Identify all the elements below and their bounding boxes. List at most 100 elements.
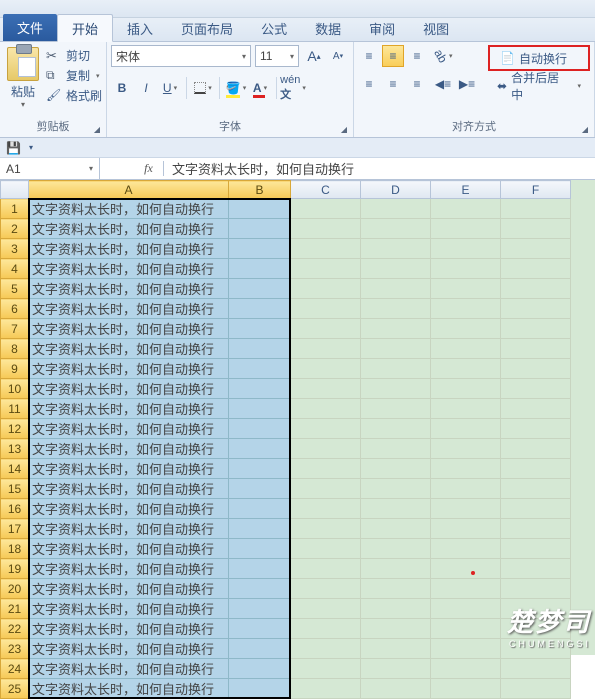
cell[interactable]: [501, 339, 571, 359]
cell[interactable]: [229, 499, 291, 519]
cell[interactable]: [501, 319, 571, 339]
cell[interactable]: 文字资料太长时，如何自动换行: [29, 679, 229, 699]
cell[interactable]: [291, 259, 361, 279]
align-top-button[interactable]: ≡: [358, 45, 380, 67]
cell[interactable]: [229, 379, 291, 399]
row-header[interactable]: 20: [1, 579, 29, 599]
cell[interactable]: [291, 539, 361, 559]
align-bottom-button[interactable]: ≡: [406, 45, 428, 67]
cell[interactable]: [291, 559, 361, 579]
cell[interactable]: 文字资料太长时，如何自动换行: [29, 399, 229, 419]
cell[interactable]: [431, 559, 501, 579]
cell[interactable]: [501, 419, 571, 439]
cell[interactable]: [431, 399, 501, 419]
row-header[interactable]: 17: [1, 519, 29, 539]
row-header[interactable]: 6: [1, 299, 29, 319]
shrink-font-button[interactable]: A▾: [327, 45, 349, 67]
cell[interactable]: [229, 219, 291, 239]
cell[interactable]: [361, 419, 431, 439]
col-header-F[interactable]: F: [501, 181, 571, 199]
row-header[interactable]: 3: [1, 239, 29, 259]
cell[interactable]: 文字资料太长时，如何自动换行: [29, 219, 229, 239]
cell[interactable]: [501, 379, 571, 399]
cell[interactable]: [229, 539, 291, 559]
font-size-combo[interactable]: 11▾: [255, 45, 299, 67]
row-header[interactable]: 2: [1, 219, 29, 239]
row-header[interactable]: 15: [1, 479, 29, 499]
cell[interactable]: [361, 239, 431, 259]
tab-view[interactable]: 视图: [409, 15, 463, 41]
indent-decrease-button[interactable]: ◀≡: [432, 73, 454, 95]
cell[interactable]: [361, 259, 431, 279]
select-all-corner[interactable]: [1, 181, 29, 199]
row-header[interactable]: 16: [1, 499, 29, 519]
format-painter-button[interactable]: 格式刷: [46, 87, 102, 104]
col-header-C[interactable]: C: [291, 181, 361, 199]
merge-center-button[interactable]: ⬌合并后居中▾: [488, 75, 590, 97]
cell[interactable]: 文字资料太长时，如何自动换行: [29, 599, 229, 619]
cell[interactable]: [361, 219, 431, 239]
cell[interactable]: 文字资料太长时，如何自动换行: [29, 279, 229, 299]
cell[interactable]: [291, 199, 361, 219]
cell[interactable]: [361, 439, 431, 459]
cell[interactable]: [501, 519, 571, 539]
row-header[interactable]: 12: [1, 419, 29, 439]
cell[interactable]: [361, 399, 431, 419]
cell[interactable]: [291, 499, 361, 519]
cell[interactable]: 文字资料太长时，如何自动换行: [29, 619, 229, 639]
cell[interactable]: [229, 339, 291, 359]
cell[interactable]: [291, 299, 361, 319]
row-header[interactable]: 5: [1, 279, 29, 299]
cell[interactable]: [229, 479, 291, 499]
cell[interactable]: [291, 379, 361, 399]
cell[interactable]: [229, 299, 291, 319]
cell[interactable]: [431, 539, 501, 559]
row-header[interactable]: 19: [1, 559, 29, 579]
fx-button[interactable]: fx: [140, 161, 164, 176]
cell[interactable]: 文字资料太长时，如何自动换行: [29, 539, 229, 559]
cell[interactable]: [229, 359, 291, 379]
cell[interactable]: 文字资料太长时，如何自动换行: [29, 479, 229, 499]
cell[interactable]: [229, 399, 291, 419]
col-header-E[interactable]: E: [431, 181, 501, 199]
row-header[interactable]: 1: [1, 199, 29, 219]
border-button[interactable]: ▾: [192, 77, 214, 99]
cell[interactable]: [501, 499, 571, 519]
wrap-text-button[interactable]: 📄自动换行: [488, 45, 590, 71]
cell[interactable]: [361, 659, 431, 679]
cell[interactable]: [361, 499, 431, 519]
cell[interactable]: [229, 579, 291, 599]
cell[interactable]: [431, 259, 501, 279]
align-middle-button[interactable]: ≡: [382, 45, 404, 67]
save-icon[interactable]: 💾: [6, 141, 21, 155]
orientation-button[interactable]: ab▾: [432, 45, 454, 67]
cell[interactable]: 文字资料太长时，如何自动换行: [29, 239, 229, 259]
cell[interactable]: [361, 639, 431, 659]
row-header[interactable]: 4: [1, 259, 29, 279]
cell[interactable]: [431, 459, 501, 479]
cell[interactable]: [229, 439, 291, 459]
cell[interactable]: [291, 219, 361, 239]
font-name-combo[interactable]: 宋体▾: [111, 45, 251, 67]
cell[interactable]: [291, 679, 361, 699]
paste-button[interactable]: 粘贴 ▾: [4, 45, 42, 109]
cell[interactable]: 文字资料太长时，如何自动换行: [29, 379, 229, 399]
cell[interactable]: [229, 199, 291, 219]
align-left-button[interactable]: ≡: [358, 73, 380, 95]
tab-file[interactable]: 文件: [3, 14, 57, 41]
cell[interactable]: [291, 519, 361, 539]
cell[interactable]: [291, 359, 361, 379]
cell[interactable]: [291, 599, 361, 619]
cell[interactable]: [291, 479, 361, 499]
cell[interactable]: [361, 319, 431, 339]
tab-insert[interactable]: 插入: [113, 15, 167, 41]
cell[interactable]: [291, 419, 361, 439]
cell[interactable]: 文字资料太长时，如何自动换行: [29, 259, 229, 279]
cell[interactable]: 文字资料太长时，如何自动换行: [29, 439, 229, 459]
cell[interactable]: [431, 239, 501, 259]
cell[interactable]: [361, 519, 431, 539]
cell[interactable]: [501, 539, 571, 559]
grow-font-button[interactable]: A▴: [303, 45, 325, 67]
cell[interactable]: 文字资料太长时，如何自动换行: [29, 499, 229, 519]
cell[interactable]: [291, 339, 361, 359]
